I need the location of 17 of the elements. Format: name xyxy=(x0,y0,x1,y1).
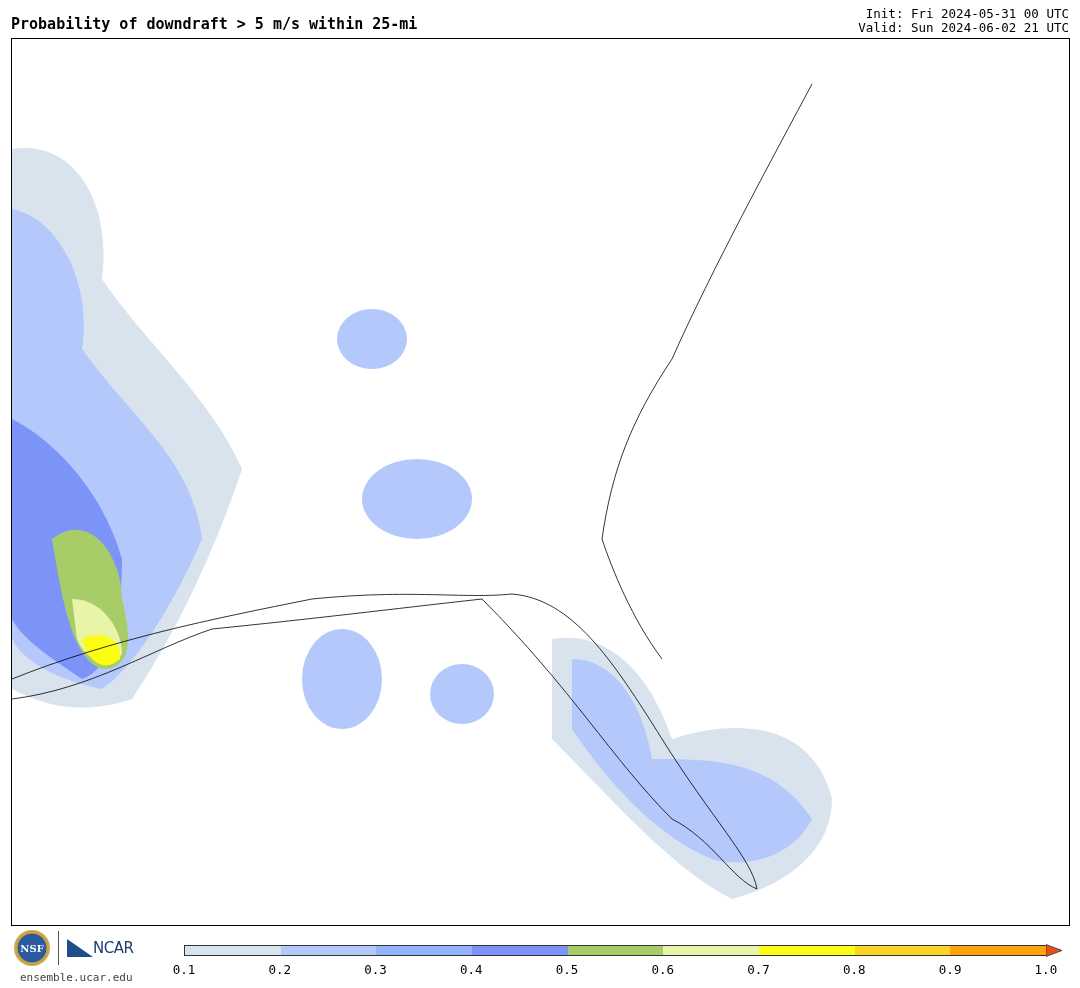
init-time: Init: Fri 2024-05-31 00 UTC xyxy=(864,7,1069,21)
colorbar-tick-label: 0.5 xyxy=(555,964,580,977)
ncar-wave-icon xyxy=(67,939,93,957)
valid-time: Valid: Sun 2024-06-02 21 UTC xyxy=(858,21,1069,35)
nsf-logo: NSF xyxy=(14,930,50,966)
colorbar-tick-label: 0.7 xyxy=(746,964,771,977)
colorbar-tick-label: 0.1 xyxy=(172,964,196,977)
colorbar-tick-label: 0.2 xyxy=(267,964,292,977)
colorbar-tick-label: 0.8 xyxy=(842,964,867,977)
colorbar-tick-label: 1.0 xyxy=(1033,964,1058,977)
colorbar-tick-label: 0.4 xyxy=(459,964,484,977)
colorbar-tick-label: 0.3 xyxy=(363,964,388,977)
colorbar-tick-label: 0.6 xyxy=(650,964,675,977)
map-title: Probability of downdraft > 5 m/s within 25-mi xyxy=(11,17,418,32)
colorbar-tick-label: 0.9 xyxy=(938,964,963,977)
ncar-logo-text: NCAR xyxy=(93,937,134,959)
site-url: ensemble.ucar.edu xyxy=(20,970,134,986)
